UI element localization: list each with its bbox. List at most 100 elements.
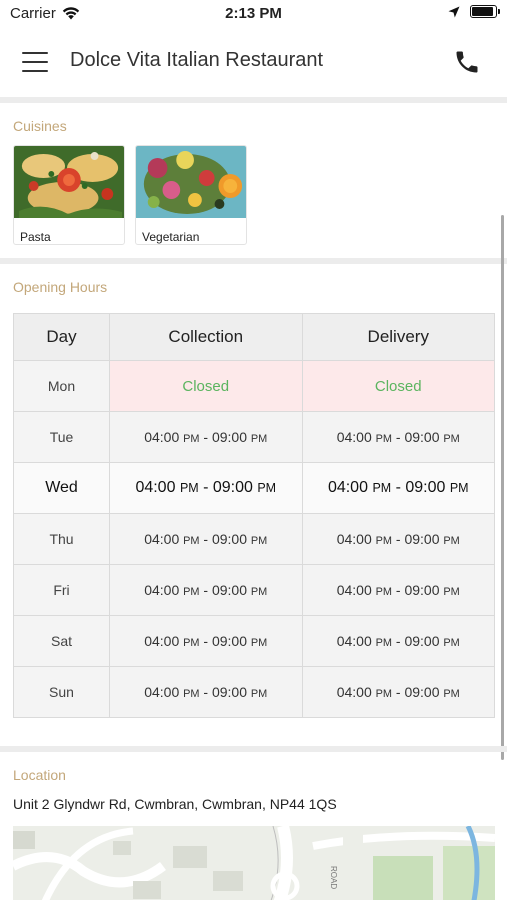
vegetarian-image — [136, 146, 246, 218]
time-from: 04:00 — [336, 531, 372, 547]
collection-hours-cell: 04:00 PM - 09:00 PM — [109, 411, 303, 463]
cuisine-card-vegetarian[interactable]: Vegetarian — [135, 145, 247, 245]
column-header-collection: Collection — [109, 313, 303, 361]
time-from: 04:00 — [144, 582, 180, 598]
cuisines-heading: Cuisines — [13, 118, 67, 134]
phone-icon[interactable] — [453, 48, 481, 76]
time-from-ampm: PM — [183, 433, 200, 445]
delivery-hours-cell: 04:00 PM - 09:00 PM — [301, 513, 495, 565]
time-sep: - — [392, 633, 405, 649]
time-sep: - — [392, 531, 405, 547]
time-to: 09:00 — [211, 582, 248, 598]
time-sep: - — [198, 479, 213, 496]
delivery-hours-cell: 04:00 PM - 09:00 PM — [301, 564, 495, 616]
time-to: 09:00 — [404, 429, 440, 445]
day-cell: Sun — [13, 666, 110, 718]
column-header-delivery: Delivery — [301, 313, 495, 361]
delivery-hours-cell: 04:00 PM - 09:00 PM — [301, 666, 495, 718]
cuisine-name: Vegetarian — [142, 230, 200, 244]
time-to: 09:00 — [404, 684, 440, 700]
scrollbar[interactable] — [501, 215, 504, 760]
delivery-hours-cell: 04:00 PM - 09:00 PM — [301, 411, 495, 463]
collection-hours-cell: 04:00 PM - 09:00 PM — [109, 666, 303, 718]
time-to: 09:00 — [405, 479, 446, 496]
time-to-ampm: PM — [443, 637, 460, 649]
day-cell: Fri — [13, 564, 110, 616]
time-from: 04:00 — [144, 429, 180, 445]
map-road-label: ROAD — [329, 866, 338, 889]
time-sep: - — [199, 429, 212, 445]
day-cell: Thu — [13, 513, 110, 565]
day-cell: Wed — [13, 462, 110, 514]
time-to-ampm: PM — [443, 535, 460, 547]
cuisine-card-pasta[interactable]: Pasta — [13, 145, 125, 245]
hours-row-sun: Sun 04:00 PM - 09:00 PM 04:00 PM - 09:00 P… — [13, 666, 495, 718]
time-from: 04:00 — [336, 582, 372, 598]
collection-hours-cell: 04:00 PM - 09:00 PM — [109, 564, 303, 616]
time-to: 09:00 — [404, 633, 440, 649]
time-from-ampm: PM — [372, 481, 392, 495]
time-to-ampm: PM — [443, 586, 460, 598]
hamburger-menu-icon[interactable] — [22, 52, 48, 72]
time-from-ampm: PM — [375, 637, 393, 649]
time-to: 09:00 — [211, 429, 248, 445]
pasta-image — [14, 146, 124, 218]
hours-row-thu: Thu 04:00 PM - 09:00 PM 04:00 PM - 09:00 P… — [13, 513, 495, 565]
battery-level — [472, 7, 493, 16]
hours-row-sat: Sat 04:00 PM - 09:00 PM 04:00 PM - 09:00 P… — [13, 615, 495, 667]
map-graphic: ROAD — [13, 826, 495, 900]
time-to-ampm: PM — [449, 481, 469, 495]
hours-row-tue: Tue 04:00 PM - 09:00 PM 04:00 PM - 09:00 P… — [13, 411, 495, 463]
hours-row-fri: Fri 04:00 PM - 09:00 PM 04:00 PM - 09:00 P… — [13, 564, 495, 616]
section-divider — [0, 258, 507, 264]
time-to-ampm: PM — [250, 586, 268, 598]
day-cell: Sat — [13, 615, 110, 667]
table-header-row: Day Collection Delivery — [13, 313, 495, 361]
time-sep: - — [199, 531, 212, 547]
collection-hours-cell: 04:00 PM - 09:00 PM — [109, 513, 303, 565]
time-from-ampm: PM — [375, 586, 393, 598]
time-to-ampm: PM — [250, 637, 268, 649]
opening-hours-table: Day Collection Delivery Mon Closed Closed T… — [13, 313, 495, 718]
time-from-ampm: PM — [375, 433, 393, 445]
time-from: 04:00 — [144, 633, 180, 649]
location-heading: Location — [13, 767, 66, 783]
time-sep: - — [199, 684, 212, 700]
time-to: 09:00 — [404, 531, 440, 547]
time-to-ampm: PM — [443, 433, 460, 445]
delivery-hours-cell: 04:00 PM - 09:00 PM — [301, 615, 495, 667]
time-to-ampm: PM — [443, 688, 460, 700]
time-from-ampm: PM — [375, 535, 393, 547]
day-cell: Tue — [13, 411, 110, 463]
time-from: 04:00 — [135, 479, 176, 496]
status-bar: Carrier 2:13 PM — [0, 0, 507, 28]
collection-hours-cell: Closed — [109, 360, 303, 412]
time-from-ampm: PM — [179, 481, 199, 495]
collection-hours-cell: 04:00 PM - 09:00 PM — [109, 615, 303, 667]
time-from-ampm: PM — [183, 535, 200, 547]
time-sep: - — [199, 582, 212, 598]
time-sep: - — [199, 633, 212, 649]
restaurant-address: Unit 2 Glyndwr Rd, Cwmbran, Cwmbran, NP4… — [13, 796, 337, 812]
time-from: 04:00 — [144, 684, 180, 700]
time-from-ampm: PM — [183, 688, 200, 700]
time-from: 04:00 — [327, 479, 368, 496]
battery-icon — [470, 5, 500, 18]
location-map[interactable]: ROAD — [13, 826, 495, 900]
time-from-ampm: PM — [183, 586, 200, 598]
status-icons — [448, 5, 500, 18]
time-to-ampm: PM — [250, 433, 268, 445]
delivery-hours-cell: 04:00 PM - 09:00 PM — [301, 462, 495, 514]
section-divider — [0, 97, 507, 103]
app-header: Dolce Vita Italian Restaurant — [0, 28, 507, 96]
time-sep: - — [391, 479, 406, 496]
clock: 2:13 PM — [225, 5, 282, 22]
opening-hours-heading: Opening Hours — [13, 279, 108, 295]
time-sep: - — [392, 684, 405, 700]
time-from: 04:00 — [336, 633, 372, 649]
time-sep: - — [392, 429, 405, 445]
hours-row-mon: Mon Closed Closed — [13, 360, 495, 412]
time-to-ampm: PM — [257, 481, 277, 495]
location-arrow-icon — [448, 6, 460, 17]
page-title: Dolce Vita Italian Restaurant — [70, 49, 324, 71]
